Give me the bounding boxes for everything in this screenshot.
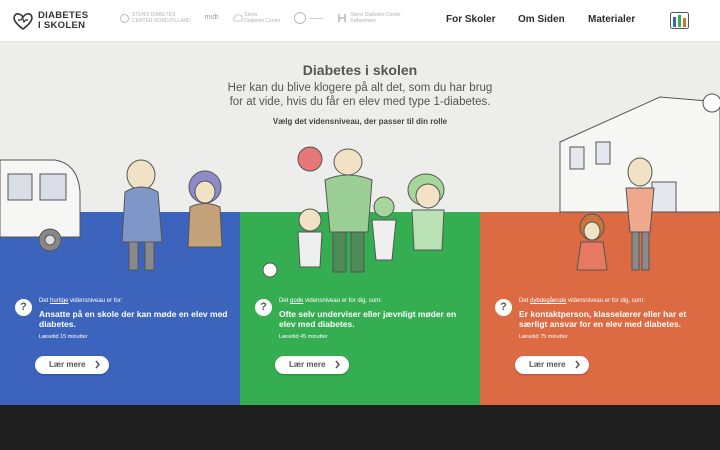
partner-steno-kobenhavn[interactable]: Steno Diabetes Center København: [337, 12, 401, 24]
partner-steno-nordjylland[interactable]: STENO DIABETES CENTER NORDJYLLAND: [120, 12, 191, 24]
intro-suffix: vidensniveau er for dig, som:: [566, 298, 645, 304]
page-subtitle: Her kan du blive klogere på alt det, som…: [227, 82, 493, 108]
intro-prefix: Det: [519, 298, 531, 304]
partner-line-2: CENTER NORDJYLLAND: [132, 18, 191, 24]
level-panel-good[interactable]: ? Det gode vidensniveau er for dig, som:…: [240, 212, 480, 405]
intro-prefix: Det: [279, 298, 291, 304]
panel-heading: Ansatte på en skole der kan møde en elev…: [39, 309, 228, 329]
question-icon: ?: [15, 299, 32, 316]
read-time: Læsetid 45 minutter: [279, 334, 328, 340]
level-name: dybdegående: [530, 298, 567, 304]
partner-midt-name: mıdt: [204, 14, 219, 21]
nav-om-siden[interactable]: Om Siden: [518, 14, 565, 25]
partner-logos: STENO DIABETES CENTER NORDJYLLAND mıdt St…: [120, 12, 415, 24]
level-name: gode: [290, 298, 304, 304]
round-emblem-icon: [294, 12, 307, 24]
level-panel-quick[interactable]: ? Det hurtige vidensniveau er for: Ansat…: [0, 212, 240, 405]
nav-for-skoler[interactable]: For Skoler: [446, 14, 495, 25]
panel-heading: Ofte selv underviser eller jævnligt møde…: [279, 309, 457, 329]
read-time: Læsetid 75 minutter: [519, 334, 568, 340]
steno-emblem-icon: [120, 13, 129, 23]
logo-text: DIABETES I SKOLEN: [38, 11, 88, 31]
menu-bars-icon[interactable]: [670, 12, 689, 29]
read-time: Læsetid 15 minutter: [39, 334, 88, 340]
intro-suffix: vidensniveau er for dig, som:: [303, 298, 382, 304]
chevron-right-icon: [95, 360, 100, 369]
panel-intro: Det hurtige vidensniveau er for:: [39, 298, 122, 304]
learn-more-button[interactable]: Lær mere: [275, 356, 349, 374]
nav-materialer[interactable]: Materialer: [588, 14, 635, 25]
partner-steno-dc[interactable]: Steno Diabetes Center: [232, 12, 280, 24]
intro-suffix: vidensniveau er for:: [68, 298, 123, 304]
panel-intro: Det gode vidensniveau er for dig, som:: [279, 298, 382, 304]
site-logo[interactable]: DIABETES I SKOLEN: [12, 11, 88, 31]
partner-region-midt[interactable]: mıdt: [204, 14, 219, 21]
h-emblem-icon: [338, 14, 347, 22]
button-label: Lær mere: [289, 360, 326, 369]
button-label: Lær mere: [49, 360, 86, 369]
chevron-right-icon: [575, 360, 580, 369]
partner-line-2: Diabetes Center: [244, 18, 281, 24]
panel-intro: Det dybdegående vidensniveau er for dig,…: [519, 298, 645, 304]
site-footer: [0, 405, 720, 450]
logo-line-2: I SKOLEN: [38, 20, 86, 31]
site-header: DIABETES I SKOLEN STENO DIABETES CENTER N…: [0, 0, 720, 42]
page-title: Diabetes i skolen: [302, 62, 418, 78]
partner-tagline-rule: [309, 17, 324, 19]
partner-line-2: København: [350, 18, 376, 24]
chevron-right-icon: [335, 360, 340, 369]
learn-more-button[interactable]: Lær mere: [35, 356, 109, 374]
choose-level-prompt: Vælg det vidensniveau, der passer til di…: [272, 117, 448, 126]
learn-more-button[interactable]: Lær mere: [515, 356, 589, 374]
question-icon: ?: [495, 299, 512, 316]
intro-prefix: Det: [39, 298, 51, 304]
heart-logo-icon: [13, 13, 33, 31]
level-name: hurtige: [50, 298, 69, 304]
partner-round-logo[interactable]: [294, 12, 324, 24]
button-label: Lær mere: [529, 360, 566, 369]
level-panel-deep[interactable]: ? Det dybdegående vidensniveau er for di…: [480, 212, 720, 405]
panel-heading: Er kontaktperson, klasselærer eller har …: [519, 309, 687, 329]
cloud-emblem-icon: [233, 14, 244, 22]
question-icon: ?: [255, 299, 272, 316]
